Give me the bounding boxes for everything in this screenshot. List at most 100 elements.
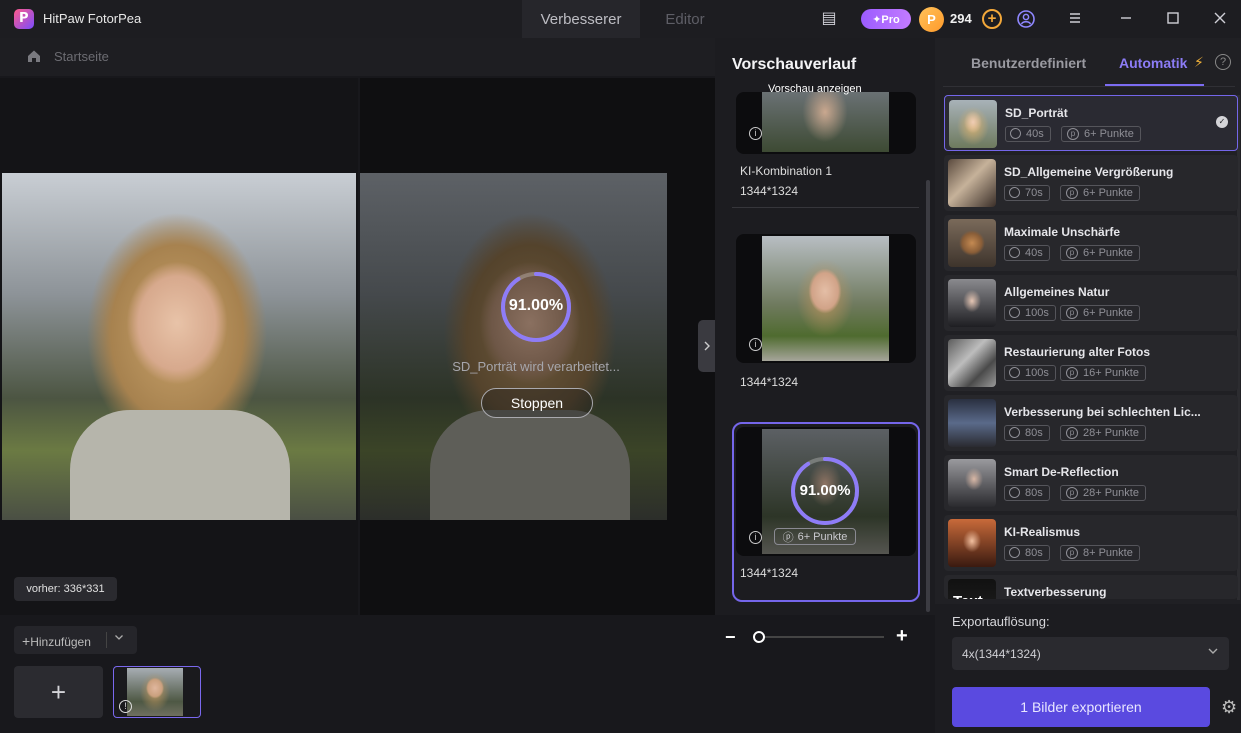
model-item[interactable]: Maximale Unschärfe 40s p 6+ Punkte <box>944 215 1238 271</box>
panel-divider <box>943 86 1235 87</box>
zoom-slider-handle[interactable] <box>753 631 765 643</box>
export-resolution-value: 4x(1344*1324) <box>962 647 1041 661</box>
zoom-in-icon[interactable]: + <box>896 625 908 648</box>
points-icon: p <box>1066 487 1078 499</box>
model-item[interactable]: SD_Allgemeine Vergrößerung 70s p 6+ Punkte <box>944 155 1238 211</box>
thumbnail-info-icon[interactable]: ! <box>119 700 132 713</box>
model-time: 70s <box>1025 187 1043 199</box>
clock-icon <box>1009 367 1020 378</box>
app-title: HitPaw FotorPea <box>43 11 142 26</box>
model-points: 16+ Punkte <box>1083 367 1139 379</box>
tab-verbesserer[interactable]: Verbesserer <box>522 0 640 38</box>
history-model-name: KI-Kombination 1 <box>740 164 833 178</box>
points-icon: p <box>1066 307 1078 319</box>
model-points-badge: p 28+ Punkte <box>1060 485 1146 501</box>
history-size-2: 1344*1324 <box>740 375 799 389</box>
model-time-badge: 80s <box>1004 545 1050 561</box>
model-item[interactable]: Allgemeines Natur 100s p 6+ Punkte <box>944 275 1238 331</box>
model-time: 100s <box>1025 307 1049 319</box>
add-image-tile[interactable]: + <box>14 666 103 718</box>
model-item[interactable]: KI-Realismus 80s p 8+ Punkte <box>944 515 1238 571</box>
tab-benutzerdefiniert[interactable]: Benutzerdefiniert <box>971 55 1086 71</box>
gear-icon[interactable]: ⚙ <box>1221 697 1237 718</box>
history-points-badge: ⓟ 6+ Punkte <box>774 528 856 545</box>
model-item[interactable]: Verbesserung bei schlechten Lic... 80s p 28… <box>944 395 1238 451</box>
model-name: Maximale Unschärfe <box>1004 225 1121 239</box>
model-time-badge: 40s <box>1004 245 1050 261</box>
info-icon[interactable]: i <box>749 531 762 544</box>
close-icon[interactable] <box>1211 10 1229 28</box>
model-item[interactable]: Text Textverbesserung <box>944 575 1238 599</box>
model-time-badge: 100s <box>1004 305 1056 321</box>
minimize-icon[interactable] <box>1117 10 1135 28</box>
history-caption-1: Vorschau anzeigen <box>768 83 862 95</box>
model-time: 80s <box>1025 547 1043 559</box>
add-coins-icon[interactable]: + <box>982 9 1002 29</box>
info-icon[interactable]: i <box>749 127 762 140</box>
progress-percent: 91.00% <box>508 297 564 314</box>
model-time: 80s <box>1025 427 1043 439</box>
model-time-badge: 80s <box>1004 425 1050 441</box>
model-thumbnail <box>948 519 996 567</box>
model-thumbnail <box>948 279 996 327</box>
breadcrumb-home[interactable]: Startseite <box>54 49 109 64</box>
points-icon: p <box>1067 128 1079 140</box>
model-item[interactable]: SD_Porträt 40s p 6+ Punkte <box>944 95 1238 151</box>
history-progress-percent: 91.00% <box>799 482 851 499</box>
expand-panel-handle[interactable] <box>698 320 715 372</box>
history-scrollbar[interactable] <box>926 180 930 612</box>
add-images-label[interactable]: +Hinzufügen <box>22 633 91 649</box>
coin-balance: 294 <box>950 11 972 26</box>
lightning-icon: ⚡ <box>1194 54 1204 70</box>
chevron-right-icon <box>704 341 710 351</box>
model-item[interactable]: Restaurierung alter Fotos 100s p 16+ Punkte <box>944 335 1238 391</box>
tab-automatik[interactable]: Automatik <box>1119 55 1187 71</box>
export-resolution-label: Exportauflösung: <box>952 614 1050 629</box>
model-item[interactable]: Smart De-Reflection 80s p 28+ Punkte <box>944 455 1238 511</box>
zoom-slider-track[interactable] <box>760 636 884 638</box>
selected-check-icon: ✓ <box>1216 116 1228 128</box>
model-name: Allgemeines Natur <box>1004 285 1110 299</box>
model-thumbnail: Text <box>948 579 996 599</box>
info-icon[interactable]: i <box>749 338 762 351</box>
zoom-out-icon[interactable]: − <box>725 627 736 648</box>
account-icon[interactable] <box>1017 10 1035 28</box>
feedback-icon[interactable]: ▤ <box>820 10 838 28</box>
chevron-down-icon[interactable] <box>114 632 124 645</box>
clock-icon <box>1009 247 1020 258</box>
model-points-badge: p 8+ Punkte <box>1060 545 1140 561</box>
clock-icon <box>1009 307 1020 318</box>
points-icon: p <box>1066 247 1078 259</box>
thumbnail-image <box>127 668 183 716</box>
home-icon[interactable] <box>26 48 42 64</box>
model-name: KI-Realismus <box>1004 525 1081 539</box>
model-points: 28+ Punkte <box>1083 427 1139 439</box>
coin-icon: P <box>919 7 944 32</box>
model-name: Smart De-Reflection <box>1004 465 1119 479</box>
model-points: 28+ Punkte <box>1083 487 1139 499</box>
menu-icon[interactable] <box>1066 10 1084 28</box>
points-icon: p <box>1066 187 1078 199</box>
stop-button[interactable]: Stoppen <box>481 388 593 418</box>
model-points-badge: p 28+ Punkte <box>1060 425 1146 441</box>
model-time-badge: 70s <box>1004 185 1050 201</box>
chevron-down-icon[interactable] <box>1207 645 1219 660</box>
model-points-badge: p 6+ Punkte <box>1060 245 1140 261</box>
model-points-badge: p 16+ Punkte <box>1060 365 1146 381</box>
model-time-badge: 80s <box>1004 485 1050 501</box>
before-image-shoulders <box>70 410 290 520</box>
model-time: 40s <box>1025 247 1043 259</box>
pro-badge[interactable]: ✦Pro <box>861 9 911 29</box>
processing-status: SD_Porträt wird verarbeitet... <box>452 359 620 374</box>
model-name: Restaurierung alter Fotos <box>1004 345 1151 359</box>
maximize-icon[interactable] <box>1164 10 1182 28</box>
tab-editor[interactable]: Editor <box>640 0 730 38</box>
model-thumbnail <box>948 219 996 267</box>
model-time-badge: 40s <box>1005 126 1051 142</box>
clock-icon <box>1009 487 1020 498</box>
model-thumbnail <box>948 399 996 447</box>
history-image-1 <box>762 92 889 152</box>
history-size-3: 1344*1324 <box>740 566 799 580</box>
export-button[interactable]: 1 Bilder exportieren <box>952 687 1210 727</box>
help-icon[interactable]: ? <box>1215 54 1231 70</box>
